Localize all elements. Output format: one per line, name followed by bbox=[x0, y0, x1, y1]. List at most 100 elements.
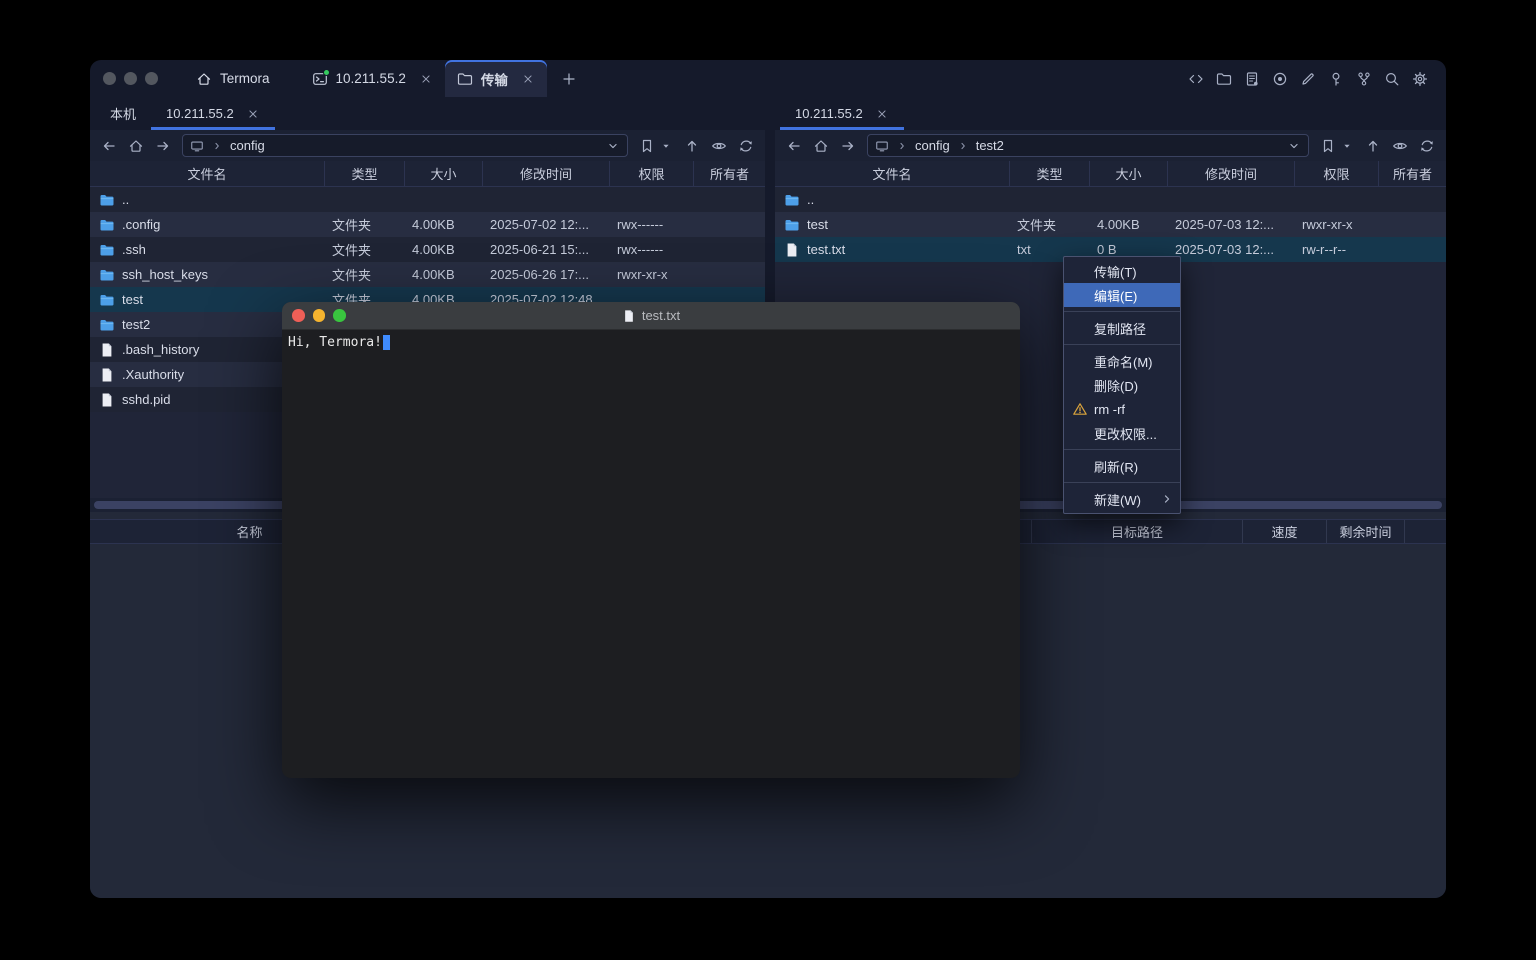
left-path-input[interactable]: config bbox=[182, 134, 628, 157]
record-icon[interactable] bbox=[1272, 71, 1288, 87]
editor-maximize-button[interactable] bbox=[333, 309, 346, 322]
settings-gear-icon[interactable] bbox=[1412, 71, 1428, 87]
tab-transfer[interactable]: 传输 bbox=[445, 60, 547, 97]
upload-icon[interactable] bbox=[684, 138, 700, 154]
column-header-size[interactable]: 大小 bbox=[405, 161, 483, 186]
file-name: .config bbox=[122, 217, 160, 232]
column-header-perm[interactable]: 权限 bbox=[610, 161, 694, 186]
table-row[interactable]: test 文件夹4.00KB2025-07-03 12:...rwxr-xr-x bbox=[775, 212, 1446, 237]
menu-item-edit[interactable]: 编辑(E) bbox=[1064, 283, 1180, 307]
column-header-owner[interactable]: 所有者 bbox=[1379, 161, 1446, 186]
close-tab-icon[interactable] bbox=[419, 72, 433, 86]
home-icon[interactable] bbox=[128, 138, 144, 154]
column-header-perm[interactable]: 权限 bbox=[1295, 161, 1379, 186]
back-icon[interactable] bbox=[786, 138, 802, 154]
menu-item-new[interactable]: 新建(W) bbox=[1064, 487, 1180, 511]
menu-item-delete[interactable]: 删除(D) bbox=[1064, 373, 1180, 397]
computer-icon bbox=[875, 139, 889, 153]
keychain-icon[interactable] bbox=[1356, 71, 1372, 87]
back-icon[interactable] bbox=[101, 138, 117, 154]
path-segment[interactable]: config bbox=[915, 138, 950, 153]
table-row[interactable]: .. bbox=[90, 187, 765, 212]
folder-icon bbox=[99, 242, 115, 258]
show-hidden-eye-icon[interactable] bbox=[711, 138, 727, 154]
upload-icon[interactable] bbox=[1365, 138, 1381, 154]
menu-item-transfer[interactable]: 传输(T) bbox=[1064, 259, 1180, 283]
menu-separator bbox=[1064, 482, 1180, 483]
chevron-down-icon[interactable] bbox=[1287, 139, 1301, 153]
column-header-destination[interactable]: 目标路径 bbox=[1032, 520, 1243, 543]
new-tab-button[interactable] bbox=[561, 71, 577, 87]
forward-icon[interactable] bbox=[840, 138, 856, 154]
file-icon bbox=[99, 342, 115, 358]
tab-home[interactable]: Termora bbox=[174, 71, 300, 87]
column-header-name[interactable]: 文件名 bbox=[775, 161, 1010, 186]
tab-right-host[interactable]: 10.211.55.2 bbox=[780, 97, 904, 130]
column-header-name[interactable]: 文件名 bbox=[90, 161, 325, 186]
path-segment[interactable]: config bbox=[230, 138, 265, 153]
bookmark-caret-icon[interactable] bbox=[659, 139, 673, 153]
refresh-icon[interactable] bbox=[1419, 138, 1435, 154]
column-header-size[interactable]: 大小 bbox=[1090, 161, 1168, 186]
column-header-speed[interactable]: 速度 bbox=[1243, 520, 1327, 543]
local-tab-label: 本机 bbox=[110, 104, 136, 123]
log-icon[interactable] bbox=[1244, 71, 1260, 87]
submenu-chevron-icon bbox=[1160, 492, 1174, 506]
key-manager-icon[interactable] bbox=[1328, 71, 1344, 87]
table-row[interactable]: ssh_host_keys 文件夹4.00KB2025-06-26 17:...… bbox=[90, 262, 765, 287]
file-name: test bbox=[807, 217, 828, 232]
column-header-mtime[interactable]: 修改时间 bbox=[483, 161, 610, 186]
menu-separator bbox=[1064, 449, 1180, 450]
file-name: .bash_history bbox=[122, 342, 199, 357]
text-editor-window: test.txt Hi, Termora! bbox=[282, 302, 1020, 778]
table-row[interactable]: .config 文件夹4.00KB2025-07-02 12:...rwx---… bbox=[90, 212, 765, 237]
close-window-button[interactable] bbox=[103, 72, 116, 85]
column-header-owner[interactable]: 所有者 bbox=[694, 161, 765, 186]
tab-ssh-session[interactable]: 10.211.55.2 bbox=[300, 60, 445, 97]
edit-icon[interactable] bbox=[1300, 71, 1316, 87]
column-header-eta[interactable]: 剩余时间 bbox=[1327, 520, 1405, 543]
right-path-input[interactable]: config test2 bbox=[867, 134, 1309, 157]
editor-close-button[interactable] bbox=[292, 309, 305, 322]
menu-item-copy-path[interactable]: 复制路径 bbox=[1064, 316, 1180, 340]
editor-content-area[interactable]: Hi, Termora! bbox=[282, 330, 1020, 355]
bookmark-icon[interactable] bbox=[1320, 138, 1336, 154]
column-header-mtime[interactable]: 修改时间 bbox=[1168, 161, 1295, 186]
show-hidden-eye-icon[interactable] bbox=[1392, 138, 1408, 154]
path-separator-icon bbox=[956, 139, 970, 153]
close-tab-icon[interactable] bbox=[246, 107, 260, 121]
tab-local-machine[interactable]: 本机 bbox=[95, 97, 151, 130]
column-header-type[interactable]: 类型 bbox=[325, 161, 405, 186]
warning-triangle-icon bbox=[1072, 401, 1088, 417]
menu-item-change-permissions[interactable]: 更改权限... bbox=[1064, 421, 1180, 445]
path-separator-icon bbox=[895, 139, 909, 153]
forward-icon[interactable] bbox=[155, 138, 171, 154]
tab-left-host[interactable]: 10.211.55.2 bbox=[151, 97, 275, 130]
refresh-icon[interactable] bbox=[738, 138, 754, 154]
home-icon bbox=[196, 71, 212, 87]
new-panel-tab-button[interactable] bbox=[275, 106, 299, 122]
editor-minimize-button[interactable] bbox=[313, 309, 326, 322]
table-row[interactable]: .ssh 文件夹4.00KB2025-06-21 15:...rwx------ bbox=[90, 237, 765, 262]
path-segment[interactable]: test2 bbox=[976, 138, 1004, 153]
minimize-window-button[interactable] bbox=[124, 72, 137, 85]
folder-icon[interactable] bbox=[1216, 71, 1232, 87]
editor-title: test.txt bbox=[282, 302, 1020, 329]
chevron-down-icon[interactable] bbox=[606, 139, 620, 153]
new-panel-tab-button[interactable] bbox=[904, 106, 928, 122]
bookmark-icon[interactable] bbox=[639, 138, 655, 154]
close-tab-icon[interactable] bbox=[521, 72, 535, 86]
code-snippets-icon[interactable] bbox=[1188, 71, 1204, 87]
close-tab-icon[interactable] bbox=[875, 107, 889, 121]
table-row[interactable]: .. bbox=[775, 187, 1446, 212]
bookmark-caret-icon[interactable] bbox=[1340, 139, 1354, 153]
editor-titlebar[interactable]: test.txt bbox=[282, 302, 1020, 330]
menu-item-rename[interactable]: 重命名(M) bbox=[1064, 349, 1180, 373]
maximize-window-button[interactable] bbox=[145, 72, 158, 85]
column-header-type[interactable]: 类型 bbox=[1010, 161, 1090, 186]
menu-item-rm-rf[interactable]: rm -rf bbox=[1064, 397, 1180, 421]
home-icon[interactable] bbox=[813, 138, 829, 154]
search-icon[interactable] bbox=[1384, 71, 1400, 87]
menu-separator bbox=[1064, 344, 1180, 345]
menu-item-refresh[interactable]: 刷新(R) bbox=[1064, 454, 1180, 478]
